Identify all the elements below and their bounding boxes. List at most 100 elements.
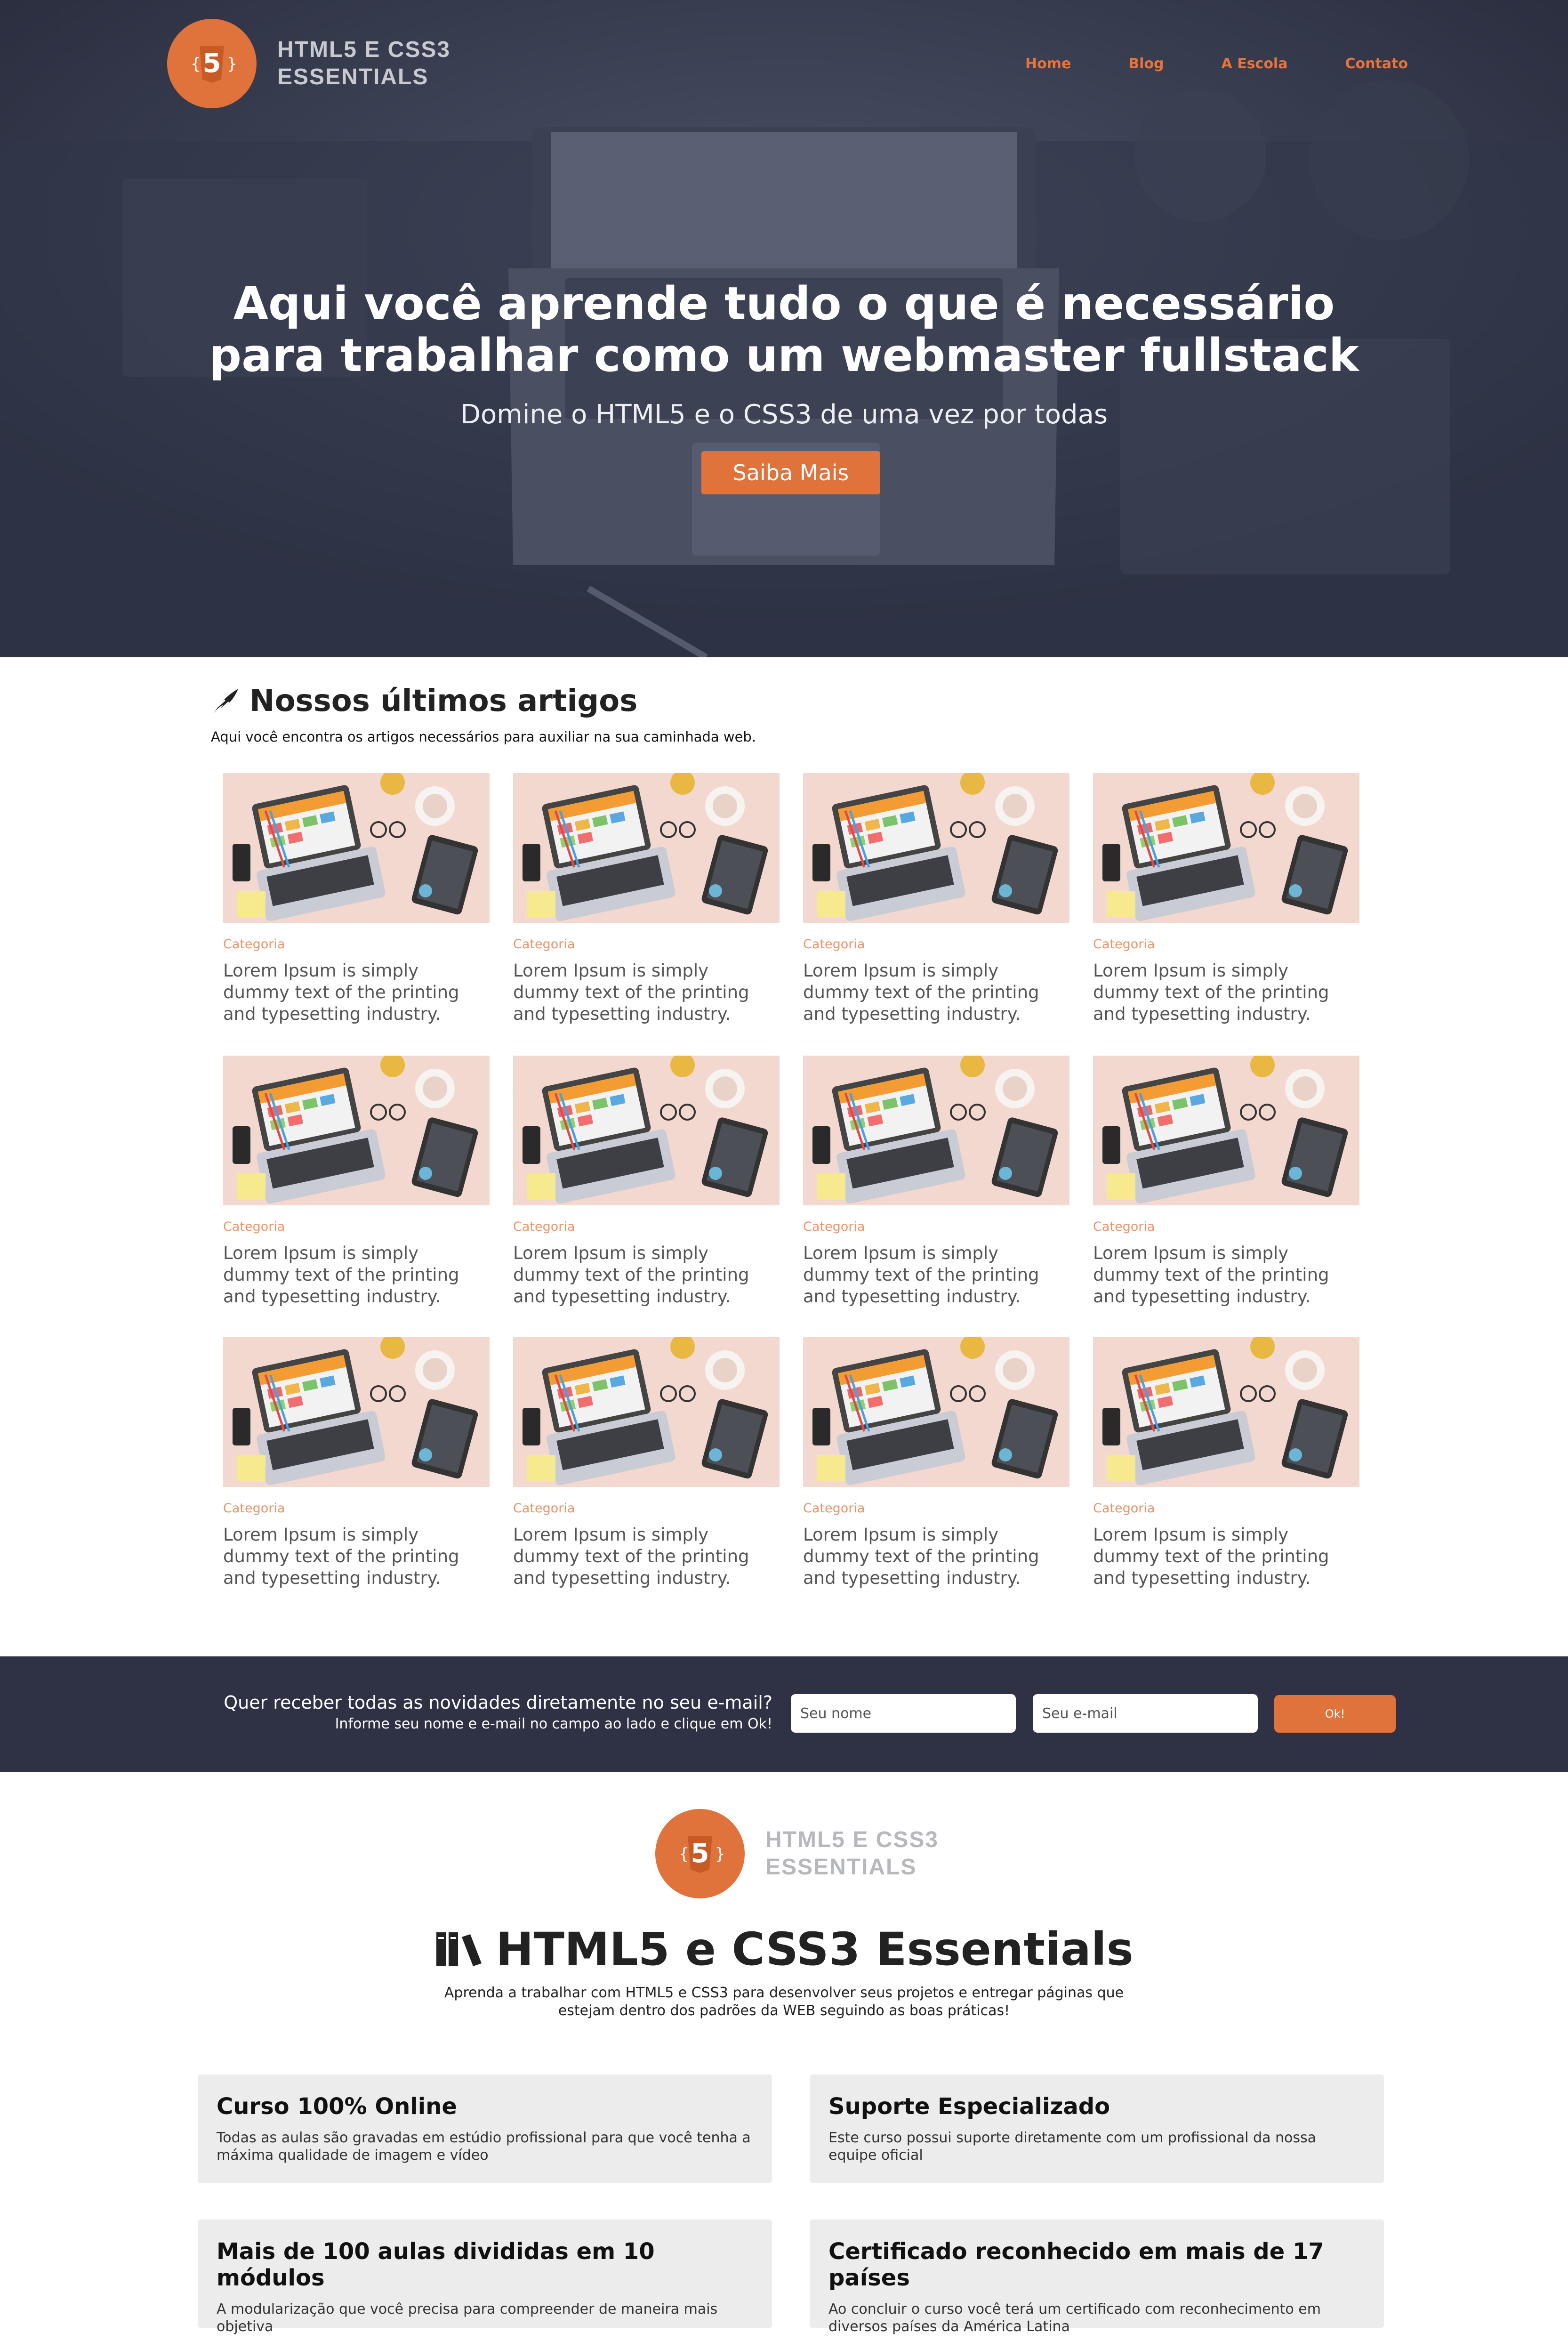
article-thumbnail[interactable]: [1093, 773, 1359, 923]
svg-text:{: {: [191, 55, 201, 73]
footer-logo[interactable]: 5 { } HTML5 E CSS3 ESSENTIALS: [655, 1809, 939, 1898]
newsletter-email-input[interactable]: [1033, 1694, 1258, 1733]
article-card[interactable]: Categoria Lorem Ipsum is simply dummy tex…: [223, 1056, 490, 1308]
feature-title: Curso 100% Online: [217, 2093, 457, 2120]
article-title[interactable]: Lorem Ipsum is simply dummy text of the …: [223, 960, 490, 1025]
articles-description: Aqui você encontra os artigos necessário…: [211, 729, 756, 745]
newsletter-section: Quer receber todas as novidades diretame…: [0, 1656, 1568, 1772]
feature-text: Este curso possui suporte diretamente co…: [828, 2130, 1317, 2163]
nav-contato[interactable]: Contato: [1345, 56, 1408, 72]
newsletter-ok-button[interactable]: Ok!: [1274, 1695, 1396, 1733]
header-logo[interactable]: 5 { } HTML5 E CSS3 ESSENTIALS: [167, 19, 450, 108]
footer-logo-line2: ESSENTIALS: [765, 1855, 917, 1880]
hero-title-line1: Aqui você aprende tudo o que é necessári…: [233, 277, 1335, 330]
articles-title-text: Nossos últimos artigos: [249, 684, 638, 718]
article-category[interactable]: Categoria: [513, 1501, 780, 1516]
article-category[interactable]: Categoria: [223, 1219, 490, 1234]
nav-a-escola[interactable]: A Escola: [1222, 56, 1288, 72]
feature-text: A modularização que você precisa para co…: [217, 2301, 718, 2335]
article-title[interactable]: Lorem Ipsum is simply dummy text of the …: [223, 1524, 490, 1589]
article-title[interactable]: Lorem Ipsum is simply dummy text of the …: [223, 1243, 490, 1308]
article-card[interactable]: Categoria Lorem Ipsum is simply dummy tex…: [513, 1337, 780, 1589]
feature-text: Ao concluir o curso você terá um certifi…: [828, 2301, 1321, 2335]
footer-logo-line1: HTML5 E CSS3: [765, 1827, 939, 1852]
article-thumbnail[interactable]: [803, 1337, 1069, 1487]
article-thumbnail[interactable]: [1093, 1056, 1359, 1205]
feature-card-suporte: Suporte Especializado Este curso possui …: [810, 2075, 1384, 2183]
article-category[interactable]: Categoria: [803, 937, 1069, 952]
article-category[interactable]: Categoria: [513, 1219, 780, 1234]
svg-text:}: }: [227, 55, 237, 73]
article-category[interactable]: Categoria: [1093, 1219, 1359, 1234]
nav-blog[interactable]: Blog: [1128, 56, 1164, 72]
html5-logo-icon: 5 { }: [655, 1809, 745, 1898]
article-card[interactable]: Categoria Lorem Ipsum is simply dummy tex…: [803, 773, 1069, 1025]
article-card[interactable]: Categoria Lorem Ipsum is simply dummy tex…: [223, 773, 490, 1025]
feather-pen-icon: [214, 689, 238, 713]
article-title[interactable]: Lorem Ipsum is simply dummy text of the …: [513, 1243, 780, 1308]
nav-home[interactable]: Home: [1025, 56, 1071, 72]
feature-card-aulas: Mais de 100 aulas divididas em 10 módulo…: [198, 2220, 772, 2335]
article-card[interactable]: Categoria Lorem Ipsum is simply dummy tex…: [1093, 773, 1359, 1025]
feature-title: Suporte Especializado: [828, 2093, 1110, 2120]
article-thumbnail[interactable]: [223, 1056, 490, 1205]
article-category[interactable]: Categoria: [223, 1501, 490, 1516]
article-thumbnail[interactable]: [803, 773, 1069, 923]
newsletter-instruction: Informe seu nome e e-mail no campo ao la…: [335, 1716, 772, 1732]
article-title[interactable]: Lorem Ipsum is simply dummy text of the …: [803, 1524, 1069, 1589]
newsletter-question: Quer receber todas as novidades diretame…: [224, 1692, 772, 1713]
hero-title-line2: para trabalhar como um webmaster fullsta…: [209, 329, 1359, 382]
article-title[interactable]: Lorem Ipsum is simply dummy text of the …: [1093, 1243, 1359, 1308]
article-thumbnail[interactable]: [1093, 1337, 1359, 1487]
saiba-mais-button[interactable]: Saiba Mais: [701, 451, 880, 494]
article-category[interactable]: Categoria: [803, 1501, 1069, 1516]
article-card[interactable]: Categoria Lorem Ipsum is simply dummy tex…: [513, 773, 780, 1025]
article-category[interactable]: Categoria: [1093, 1501, 1359, 1516]
article-card[interactable]: Categoria Lorem Ipsum is simply dummy tex…: [803, 1337, 1069, 1589]
feature-card-certificado: Certificado reconhecido em mais de 17 pa…: [810, 2220, 1384, 2335]
newsletter-name-input[interactable]: [791, 1694, 1016, 1733]
logo-text: HTML5 E CSS3 ESSENTIALS: [277, 36, 450, 91]
article-card[interactable]: Categoria Lorem Ipsum is simply dummy tex…: [513, 1056, 780, 1308]
main-nav: Home Blog A Escola Contato: [968, 56, 1408, 72]
article-title[interactable]: Lorem Ipsum is simply dummy text of the …: [803, 1243, 1069, 1308]
article-title[interactable]: Lorem Ipsum is simply dummy text of the …: [803, 960, 1069, 1025]
article-thumbnail[interactable]: [223, 1337, 490, 1487]
svg-text:}: }: [715, 1845, 725, 1864]
school-description: Aprenda a trabalhar com HTML5 e CSS3 par…: [444, 1985, 1124, 2019]
article-card[interactable]: Categoria Lorem Ipsum is simply dummy tex…: [223, 1337, 490, 1589]
article-thumbnail[interactable]: [223, 773, 490, 923]
feature-title: Certificado reconhecido em mais de 17 pa…: [828, 2238, 1324, 2291]
article-card[interactable]: Categoria Lorem Ipsum is simply dummy tex…: [1093, 1337, 1359, 1589]
article-thumbnail[interactable]: [803, 1056, 1069, 1205]
feature-text: Todas as aulas são gravadas em estúdio p…: [217, 2130, 751, 2163]
svg-text:{: {: [679, 1845, 689, 1864]
articles-header: Nossos últimos artigos Aqui você encontr…: [211, 684, 756, 745]
feature-title: Mais de 100 aulas divididas em 10 módulo…: [217, 2238, 655, 2291]
footer-logo-text: HTML5 E CSS3 ESSENTIALS: [765, 1826, 939, 1881]
article-thumbnail[interactable]: [513, 773, 780, 923]
hero-section: 5 { } HTML5 E CSS3 ESSENTIALS Home Blog …: [0, 0, 1568, 657]
school-title-text: HTML5 e CSS3 Essentials: [496, 1923, 1134, 1976]
article-title[interactable]: Lorem Ipsum is simply dummy text of the …: [1093, 960, 1359, 1025]
article-title[interactable]: Lorem Ipsum is simply dummy text of the …: [513, 960, 780, 1025]
article-category[interactable]: Categoria: [803, 1219, 1069, 1234]
school-title: HTML5 e CSS3 Essentials: [0, 1923, 1568, 1976]
newsletter-copy: Quer receber todas as novidades diretame…: [224, 1692, 772, 1732]
books-icon: [436, 1932, 482, 1966]
article-title[interactable]: Lorem Ipsum is simply dummy text of the …: [1093, 1524, 1359, 1589]
article-category[interactable]: Categoria: [513, 937, 780, 952]
article-category[interactable]: Categoria: [1093, 937, 1359, 952]
article-thumbnail[interactable]: [513, 1337, 780, 1487]
logo-line2: ESSENTIALS: [277, 65, 429, 89]
html5-logo-icon: 5 { }: [167, 19, 257, 108]
article-card[interactable]: Categoria Lorem Ipsum is simply dummy tex…: [803, 1056, 1069, 1308]
article-category[interactable]: Categoria: [223, 937, 490, 952]
article-card[interactable]: Categoria Lorem Ipsum is simply dummy tex…: [1093, 1056, 1359, 1308]
article-thumbnail[interactable]: [513, 1056, 780, 1205]
svg-text:5: 5: [203, 48, 221, 79]
article-title[interactable]: Lorem Ipsum is simply dummy text of the …: [513, 1524, 780, 1589]
hero-title: Aqui você aprende tudo o que é necessári…: [0, 278, 1568, 381]
hero-subtitle: Domine o HTML5 e o CSS3 de uma vez por t…: [460, 399, 1108, 430]
articles-title: Nossos últimos artigos: [211, 684, 756, 718]
